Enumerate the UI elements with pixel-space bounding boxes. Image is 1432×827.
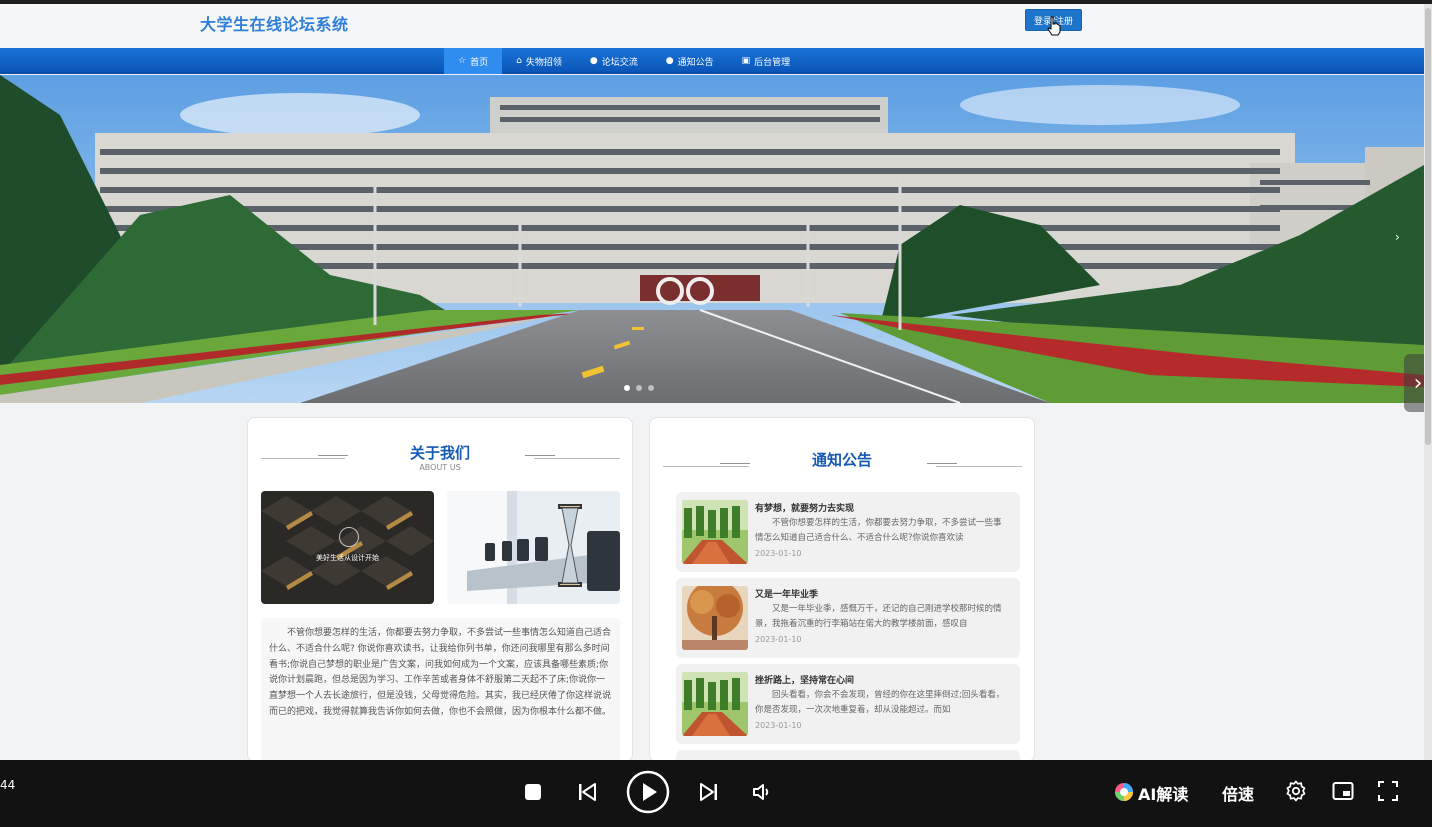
- about-title: 关于我们: [409, 444, 470, 462]
- design-image: 美好生活从设计开始: [261, 491, 434, 604]
- notice-item-title: 又是一年毕业季: [755, 590, 819, 600]
- carousel-indicators: [624, 385, 654, 391]
- image-caption: 美好生活从设计开始: [316, 554, 379, 562]
- nav-item-label: 首页: [470, 57, 489, 68]
- notice-list: 有梦想，就要努力去实现 不管你想要怎样的生活，你都要去努力争取，不多尝试一些事情…: [676, 492, 1020, 761]
- settings-button[interactable]: [1285, 780, 1307, 802]
- notice-item-desc: 不管你想要怎样的生活，你都要去努力争取，不多尝试一些事情怎么知道自己适合什么、不…: [755, 518, 1002, 543]
- stop-icon: [525, 784, 541, 800]
- previous-button[interactable]: [576, 781, 598, 803]
- notice-item[interactable]: 又是一年毕业季 又是一年毕业季，感慨万千，还记的自己刚进学校那时候的情景，我拖着…: [676, 578, 1020, 658]
- carousel-dot[interactable]: [624, 385, 630, 391]
- fullscreen-button[interactable]: [1377, 780, 1399, 802]
- hero-banner-image: [0, 75, 1424, 403]
- volume-icon: [753, 784, 769, 800]
- time-display: 44: [0, 778, 16, 792]
- notice-item[interactable]: 有梦想，就要努力去实现 不管你想要怎样的生活，你都要去努力争取，不多尝试一些事情…: [676, 492, 1020, 572]
- ai-interpret-button[interactable]: AI解读: [1138, 781, 1188, 805]
- play-circle-icon: [339, 527, 359, 547]
- info-icon: ●: [589, 56, 598, 66]
- notice-item-date: 2023-01-10: [755, 635, 802, 644]
- notice-card: 通知公告 有梦想，就要努力去实现 不管你想要怎样的生活，你都要去努力争取，不多尝…: [649, 417, 1035, 762]
- circle-icon: ●: [665, 56, 674, 66]
- admin-icon: ▣: [741, 56, 751, 66]
- nav-item-notice[interactable]: ● 通知公告: [652, 48, 728, 74]
- nav-item-label: 失物招领: [525, 57, 562, 68]
- notice-thumbnail: [682, 500, 748, 564]
- notice-thumbnail: [682, 672, 748, 736]
- ai-logo-icon: [1113, 781, 1135, 803]
- stop-button[interactable]: [522, 781, 544, 803]
- skip-previous-icon: [579, 783, 596, 801]
- notice-item-title: 有梦想，就要努力去实现: [755, 504, 855, 514]
- play-button[interactable]: [626, 770, 670, 814]
- scrollbar-thumb[interactable]: [1425, 8, 1431, 445]
- notice-title: 通知公告: [811, 451, 872, 469]
- meeting-room-image: [447, 491, 620, 604]
- playback-speed-button[interactable]: 倍速: [1222, 781, 1254, 805]
- hand-cursor-icon: [1047, 16, 1061, 36]
- chevron-right-icon[interactable]: ›: [1395, 230, 1400, 244]
- notice-item-date: 2023-01-10: [755, 549, 802, 558]
- play-icon: [626, 770, 670, 814]
- carousel-dot[interactable]: [636, 385, 642, 391]
- next-button[interactable]: [698, 781, 720, 803]
- nav-item-forum[interactable]: ● 论坛交流: [576, 48, 652, 74]
- notice-item-date: 2023-01-10: [755, 721, 802, 730]
- star-icon: ☆: [458, 56, 467, 66]
- pip-icon: [1332, 782, 1354, 800]
- bag-icon: ⌂: [516, 56, 522, 66]
- skip-next-icon: [700, 783, 717, 801]
- nav-item-label: 通知公告: [677, 57, 714, 68]
- about-subtitle: ABOUT US: [419, 463, 461, 472]
- site-header: 大学生在线论坛系统 登录/注册: [0, 4, 1424, 48]
- nav-item-label: 后台管理: [754, 57, 791, 68]
- nav-item-label: 论坛交流: [601, 57, 638, 68]
- volume-button[interactable]: [750, 781, 772, 803]
- notice-item[interactable]: 挫折路上，坚持常在心间 回头看看，你会不会发现，曾经的你在这里摔倒过;回头看看，…: [676, 664, 1020, 744]
- gear-icon: [1286, 780, 1306, 802]
- carousel-dot[interactable]: [648, 385, 654, 391]
- video-player-controls: 44 AI解读 倍速: [0, 760, 1432, 827]
- chevron-right-icon: ›: [1413, 370, 1423, 396]
- nav-item-lost-found[interactable]: ⌂ 失物招领: [502, 48, 576, 74]
- site-title: 大学生在线论坛系统: [200, 15, 349, 34]
- about-us-card: 关于我们 ABOUT US 美好生活从设计开始 不管你想要怎样的生活，你都要去努…: [247, 417, 633, 762]
- notice-item-desc: 又是一年毕业季，感慨万千，还记的自己刚进学校那时候的情景，我拖着沉重的行李箱站在…: [755, 604, 1002, 629]
- notice-thumbnail: [682, 586, 748, 650]
- notice-item-desc: 回头看看，你会不会发现，曾经的你在这里摔倒过;回头看看，你是否发现，一次次地重复…: [755, 690, 1005, 715]
- fullscreen-icon: [1378, 781, 1398, 801]
- main-navbar: ☆ 首页 ⌂ 失物招领 ● 论坛交流 ● 通知公告 ▣ 后台管理: [0, 48, 1424, 74]
- notice-item-title: 挫折路上，坚持常在心间: [755, 676, 855, 686]
- nav-item-admin[interactable]: ▣ 后台管理: [728, 48, 805, 74]
- about-description: 不管你想要怎样的生活，你都要去努力争取，不多尝试一些事情怎么知道自己适合什么、不…: [261, 618, 620, 761]
- nav-item-home[interactable]: ☆ 首页: [444, 48, 503, 74]
- picture-in-picture-button[interactable]: [1331, 780, 1355, 802]
